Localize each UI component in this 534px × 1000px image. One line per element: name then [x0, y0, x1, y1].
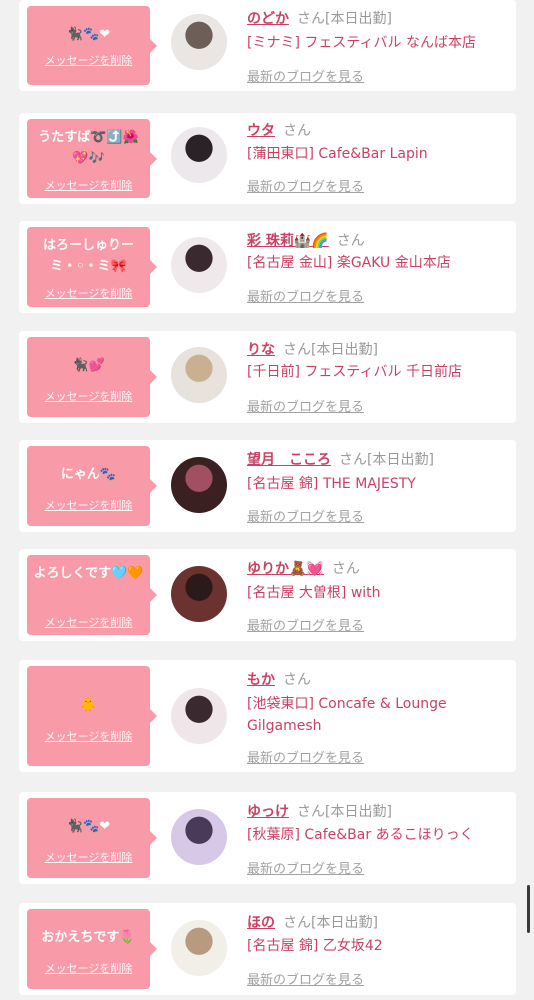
delete-message-link[interactable]: メッセージを削除	[27, 614, 150, 630]
message-text: 🐈‍⬛💕	[72, 358, 105, 373]
list-item: おかえちです🌷 メッセージを削除 ほの さん[本日出勤] [名古屋 錦] 乙女坂42 最新…	[19, 903, 516, 995]
name-line: ウタ さん	[247, 120, 311, 140]
honorific-label: さん	[336, 233, 365, 249]
latest-blog-link[interactable]: 最新のブログを見る	[247, 747, 364, 766]
message-bubble: はろーしゅりーミ・◦・ミ🎀 メッセージを削除	[27, 227, 157, 307]
avatar[interactable]	[171, 920, 227, 976]
name-line: 彩 珠莉🏰🌈 さん	[247, 230, 365, 250]
list-item: うたすば➰⤴️🌺💖🎶 メッセージを削除 ウタ さん [蒲田東口] Cafe&Bar La…	[19, 113, 516, 204]
latest-blog-link[interactable]: 最新のブログを見る	[247, 66, 364, 85]
shop-name: [千日前] フェスティバル 千日前店	[247, 364, 462, 380]
list-item: はろーしゅりーミ・◦・ミ🎀 メッセージを削除 彩 珠莉🏰🌈 さん [名古屋 金山] 楽G…	[19, 221, 516, 313]
latest-blog-link[interactable]: 最新のブログを見る	[247, 615, 364, 634]
attendance-status: [本日出勤]	[311, 342, 378, 358]
avatar[interactable]	[171, 347, 227, 403]
name-line: りな さん[本日出勤]	[247, 339, 378, 359]
latest-blog-link[interactable]: 最新のブログを見る	[247, 286, 364, 305]
cast-name-link[interactable]: ウタ	[247, 123, 275, 139]
delete-message-link[interactable]: メッセージを削除	[27, 960, 150, 976]
honorific-label: さん	[297, 804, 325, 820]
message-text: 🐥	[80, 698, 97, 713]
shop-name: [池袋東口] Concafe & Lounge Gilgamesh	[247, 696, 447, 734]
cast-name-link[interactable]: りな	[247, 342, 275, 358]
list-item: にゃん🐾 メッセージを削除 望月 こころ さん[本日出勤] [名古屋 錦] THE MA…	[19, 440, 516, 532]
list-item: 🐥 メッセージを削除 もか さん [池袋東口] Concafe & Lounge Gil…	[19, 660, 516, 772]
attendance-status: [本日出勤]	[311, 915, 378, 931]
shop-name: [名古屋 錦] 乙女坂42	[247, 938, 383, 954]
message-bubble: おかえちです🌷 メッセージを削除	[27, 909, 157, 989]
name-line: 望月 こころ さん[本日出勤]	[247, 449, 434, 469]
honorific-label: さん	[283, 123, 311, 139]
delete-message-link[interactable]: メッセージを削除	[27, 177, 150, 193]
cast-name-link[interactable]: 彩 珠莉🏰🌈	[247, 233, 329, 249]
shop-name: [名古屋 錦] THE MAJESTY	[247, 476, 416, 492]
attendance-status: [本日出勤]	[325, 804, 392, 820]
latest-blog-link[interactable]: 最新のブログを見る	[247, 506, 364, 525]
avatar[interactable]	[171, 809, 227, 865]
message-text: おかえちです🌷	[41, 930, 136, 945]
shop-name: [秋葉原] Cafe&Bar あるこほりっく	[247, 827, 474, 843]
honorific-label: さん	[283, 342, 311, 358]
message-text: よろしくです🩵🧡	[33, 566, 144, 581]
honorific-label: さん	[283, 672, 311, 688]
shop-name: [蒲田東口] Cafe&Bar Lapin	[247, 146, 428, 162]
shop-name: [名古屋 大曽根] with	[247, 585, 381, 601]
delete-message-link[interactable]: メッセージを削除	[27, 497, 150, 513]
delete-message-link[interactable]: メッセージを削除	[27, 728, 150, 744]
message-text: はろーしゅりーミ・◦・ミ🎀	[42, 238, 134, 274]
message-text: 🐈‍⬛🐾❤	[66, 819, 111, 834]
attendance-status: [本日出勤]	[325, 11, 392, 27]
message-bubble: 🐈‍⬛🐾❤ メッセージを削除	[27, 798, 157, 878]
list-item: 🐈‍⬛💕 メッセージを削除 りな さん[本日出勤] [千日前] フェスティバル 千日前店…	[19, 331, 516, 423]
avatar[interactable]	[171, 688, 227, 744]
honorific-label: さん	[331, 561, 360, 577]
avatar[interactable]	[171, 127, 227, 183]
cast-name-link[interactable]: 望月 こころ	[247, 452, 331, 468]
name-line: ゆりか🧸💓 さん	[247, 558, 360, 578]
honorific-label: さん	[297, 11, 325, 27]
cast-name-link[interactable]: ほの	[247, 915, 275, 931]
list-item: 🐈‍⬛🐾❤ メッセージを削除 ゆっけ さん[本日出勤] [秋葉原] Cafe&Bar あ…	[19, 792, 516, 884]
avatar[interactable]	[171, 457, 227, 513]
list-item: 🐈‍⬛🐾❤ メッセージを削除 のどか さん[本日出勤] [ミナミ] フェスティバル なん…	[19, 0, 516, 91]
message-bubble: よろしくです🩵🧡 メッセージを削除	[27, 555, 157, 635]
message-text: 🐈‍⬛🐾❤	[66, 27, 111, 42]
delete-message-link[interactable]: メッセージを削除	[27, 285, 150, 301]
cast-name-link[interactable]: ゆりか🧸💓	[247, 561, 324, 577]
latest-blog-link[interactable]: 最新のブログを見る	[247, 176, 364, 195]
delete-message-link[interactable]: メッセージを削除	[27, 52, 150, 68]
avatar[interactable]	[171, 237, 227, 293]
cast-name-link[interactable]: のどか	[247, 11, 289, 27]
message-bubble: うたすば➰⤴️🌺💖🎶 メッセージを削除	[27, 119, 157, 198]
delete-message-link[interactable]: メッセージを削除	[27, 388, 150, 404]
scrollbar[interactable]	[527, 885, 530, 933]
cast-name-link[interactable]: ゆっけ	[247, 804, 289, 820]
shop-name: [名古屋 金山] 楽GAKU 金山本店	[247, 255, 451, 271]
attendance-status: [本日出勤]	[367, 452, 434, 468]
name-line: ゆっけ さん[本日出勤]	[247, 801, 392, 821]
name-line: ほの さん[本日出勤]	[247, 912, 378, 932]
shop-name: [ミナミ] フェスティバル なんば本店	[247, 35, 476, 51]
list-item: よろしくです🩵🧡 メッセージを削除 ゆりか🧸💓 さん [名古屋 大曽根] with 最新の…	[19, 549, 516, 641]
message-bubble: にゃん🐾 メッセージを削除	[27, 446, 157, 526]
latest-blog-link[interactable]: 最新のブログを見る	[247, 969, 364, 988]
message-bubble: 🐈‍⬛💕 メッセージを削除	[27, 337, 157, 417]
message-bubble: 🐥 メッセージを削除	[27, 666, 157, 766]
delete-message-link[interactable]: メッセージを削除	[27, 849, 150, 865]
latest-blog-link[interactable]: 最新のブログを見る	[247, 396, 364, 415]
cast-name-link[interactable]: もか	[247, 672, 275, 688]
avatar[interactable]	[171, 14, 227, 70]
name-line: のどか さん[本日出勤]	[247, 8, 392, 28]
honorific-label: さん	[339, 452, 367, 468]
message-text: にゃん🐾	[60, 467, 117, 482]
latest-blog-link[interactable]: 最新のブログを見る	[247, 858, 364, 877]
honorific-label: さん	[283, 915, 311, 931]
avatar[interactable]	[171, 566, 227, 622]
message-text: うたすば➰⤴️🌺💖🎶	[38, 130, 139, 166]
message-bubble: 🐈‍⬛🐾❤ メッセージを削除	[27, 6, 157, 85]
name-line: もか さん	[247, 669, 311, 689]
